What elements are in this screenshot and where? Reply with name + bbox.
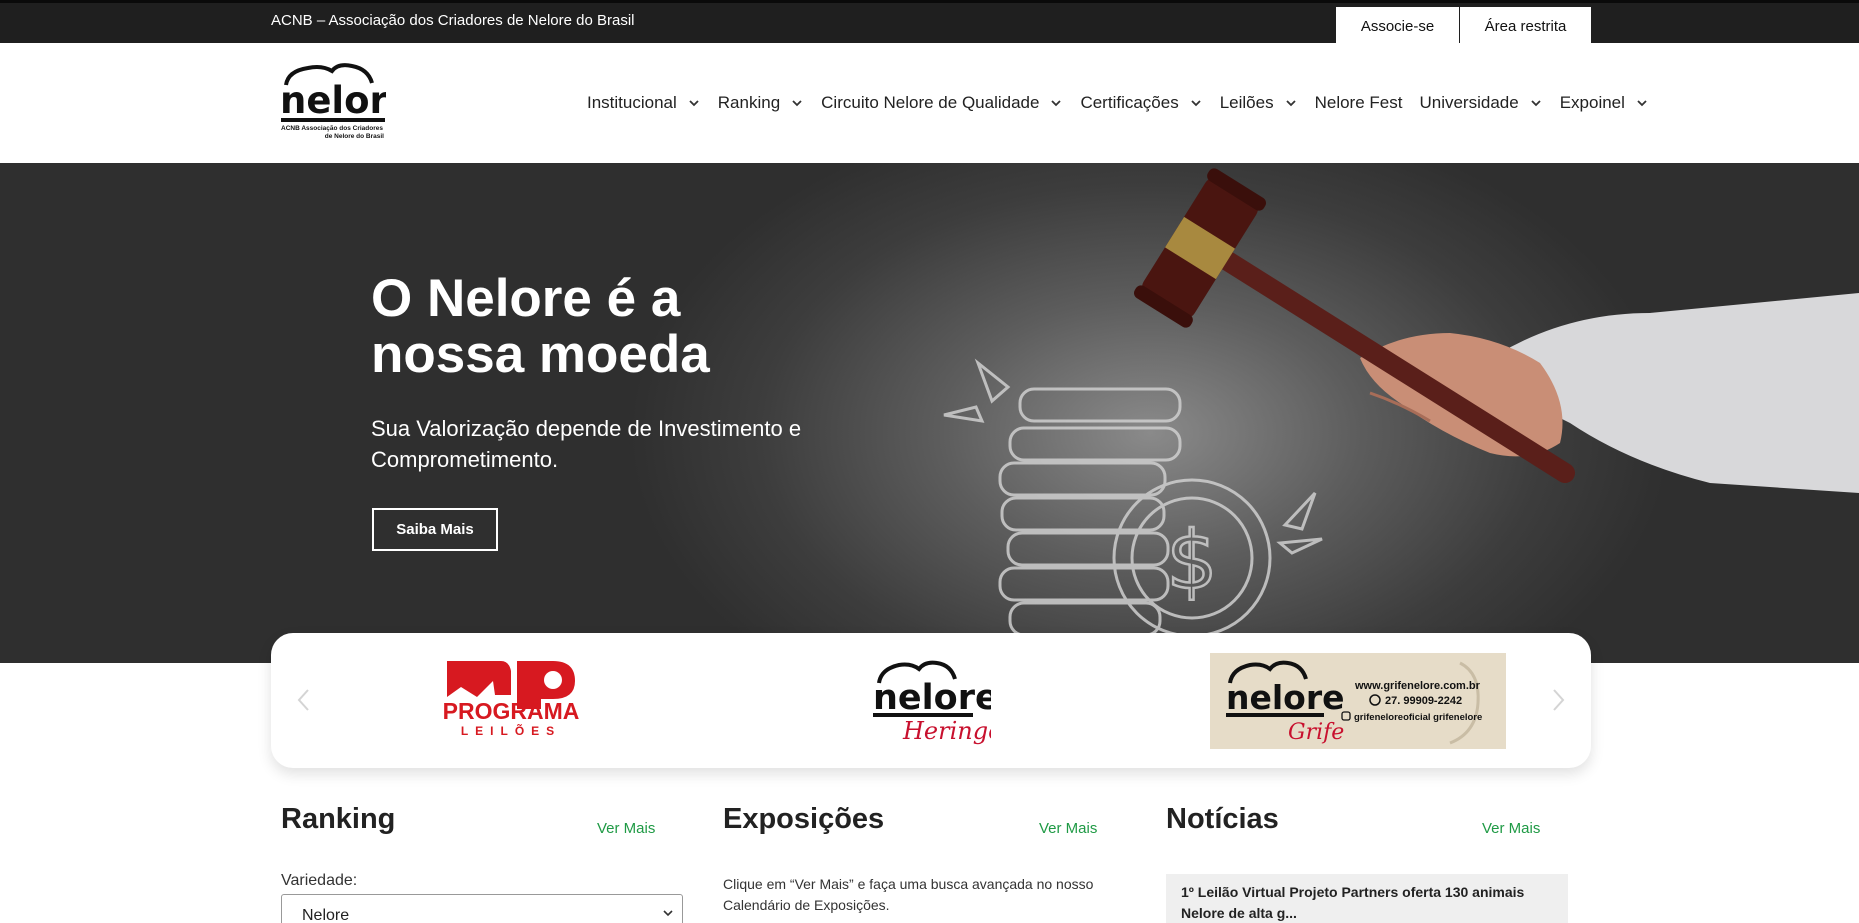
chevron-left-icon	[297, 689, 309, 711]
heringer-word: nelore	[873, 678, 991, 718]
logo-caption-2: de Nelore do Brasil	[325, 133, 384, 140]
sponsor-nelore-grife[interactable]: nelore Grife www.grifenelore.com.br 27. …	[1210, 653, 1506, 749]
hero-title-line-2: nossa moeda	[371, 325, 710, 384]
sponsor-nelore-heringer[interactable]: nelore Heringer	[871, 655, 1015, 747]
ranking-title: Ranking	[281, 803, 396, 835]
news-card[interactable]: 1º Leilão Virtual Projeto Partners ofert…	[1166, 874, 1568, 923]
chevron-down-icon	[1531, 100, 1541, 107]
nav-nelore-fest[interactable]: Nelore Fest	[1315, 93, 1403, 113]
sponsors-carousel: PROGRAMA LEILÕES nelore Heringer nelore …	[271, 633, 1591, 768]
logo-wordmark: nelore	[280, 79, 386, 122]
grife-script: Grife	[1288, 720, 1344, 745]
noticias-ver-mais-link[interactable]: Ver Mais	[1482, 820, 1540, 837]
grife-social: grifeneloreoficial grifenelore	[1354, 712, 1482, 723]
chevron-down-icon	[1051, 100, 1062, 107]
nav-label: Universidade	[1419, 93, 1519, 112]
site-header: nelore ACNB Associação dos Criadores de …	[0, 43, 1859, 163]
chevron-down-icon	[689, 100, 699, 107]
ranking-ver-mais-link[interactable]: Ver Mais	[597, 820, 655, 837]
associe-se-button[interactable]: Associe-se	[1336, 7, 1459, 46]
top-bar: ACNB – Associação dos Criadores de Nelor…	[0, 0, 1859, 46]
variedade-select[interactable]: Nelore	[281, 894, 683, 923]
nav-certificacoes[interactable]: Certificações	[1080, 93, 1202, 113]
nav-label: Certificações	[1080, 93, 1179, 112]
svg-text:$: $	[1167, 514, 1218, 607]
nav-circuito[interactable]: Circuito Nelore de Qualidade	[821, 93, 1063, 113]
nav-label: Expoinel	[1559, 93, 1625, 112]
carousel-prev-button[interactable]	[291, 683, 315, 717]
heringer-script: Heringer	[902, 717, 991, 745]
chevron-down-icon	[792, 100, 802, 107]
grife-word: nelore	[1226, 678, 1345, 717]
programa-word: PROGRAMA	[443, 698, 580, 724]
chevron-down-icon	[1191, 100, 1201, 107]
noticias-title: Notícias	[1166, 803, 1279, 835]
exposicoes-text: Clique em “Ver Mais” e faça uma busca av…	[723, 876, 1094, 913]
grife-site: www.grifenelore.com.br	[1354, 680, 1481, 692]
chevron-down-icon	[1637, 100, 1647, 107]
main-nav: Institucional Ranking Circuito Nelore de…	[587, 43, 1649, 163]
nav-label: Institucional	[587, 93, 677, 112]
nav-universidade[interactable]: Universidade	[1419, 93, 1542, 113]
saiba-mais-button[interactable]: Saiba Mais	[372, 508, 498, 551]
topbar-title: ACNB – Associação dos Criadores de Nelor…	[271, 12, 635, 29]
hero-title-line-1: O Nelore é a	[371, 269, 681, 328]
nav-expoinel[interactable]: Expoinel	[1560, 93, 1649, 113]
nav-label: Circuito Nelore de Qualidade	[821, 93, 1040, 112]
news-headline: 1º Leilão Virtual Projeto Partners ofert…	[1181, 884, 1525, 921]
variedade-value: Nelore	[302, 907, 350, 923]
sponsor-programa-leiloes[interactable]: PROGRAMA LEILÕES	[441, 653, 581, 738]
nav-label: Leilões	[1219, 93, 1274, 112]
carousel-next-button[interactable]	[1547, 683, 1571, 717]
chevron-down-icon	[663, 910, 673, 917]
programa-sub: LEILÕES	[461, 723, 561, 737]
nav-label: Ranking	[717, 93, 781, 112]
nelore-logo[interactable]: nelore ACNB Associação dos Criadores de …	[280, 63, 386, 145]
grife-phone: 27. 99909-2242	[1385, 695, 1462, 707]
exposicoes-ver-mais-link[interactable]: Ver Mais	[1039, 820, 1097, 837]
nav-institucional[interactable]: Institucional	[587, 93, 701, 113]
nav-leiloes[interactable]: Leilões	[1220, 93, 1298, 113]
gavel-drawing	[1134, 168, 1575, 483]
logo-caption-1: ACNB Associação dos Criadores	[281, 125, 383, 132]
variedade-label: Variedade:	[281, 872, 358, 889]
chevron-down-icon	[1285, 100, 1296, 107]
nav-ranking[interactable]: Ranking	[718, 93, 804, 113]
hero-title: O Nelore é a nossa moeda	[371, 271, 931, 383]
hero-subtitle: Sua Valorização depende de Investimento …	[371, 416, 802, 472]
coin-stack-drawing: $	[943, 358, 1323, 638]
nav-label: Nelore Fest	[1314, 93, 1403, 112]
hero-banner: $ O Nelore é a nossa moeda Sua Valorizaç…	[0, 163, 1859, 663]
whatsapp-icon	[1369, 694, 1381, 706]
area-restrita-button[interactable]: Área restrita	[1460, 7, 1591, 46]
chevron-right-icon	[1553, 689, 1565, 711]
exposicoes-title: Exposições	[723, 803, 885, 835]
hero-illustration: $	[943, 168, 1859, 638]
